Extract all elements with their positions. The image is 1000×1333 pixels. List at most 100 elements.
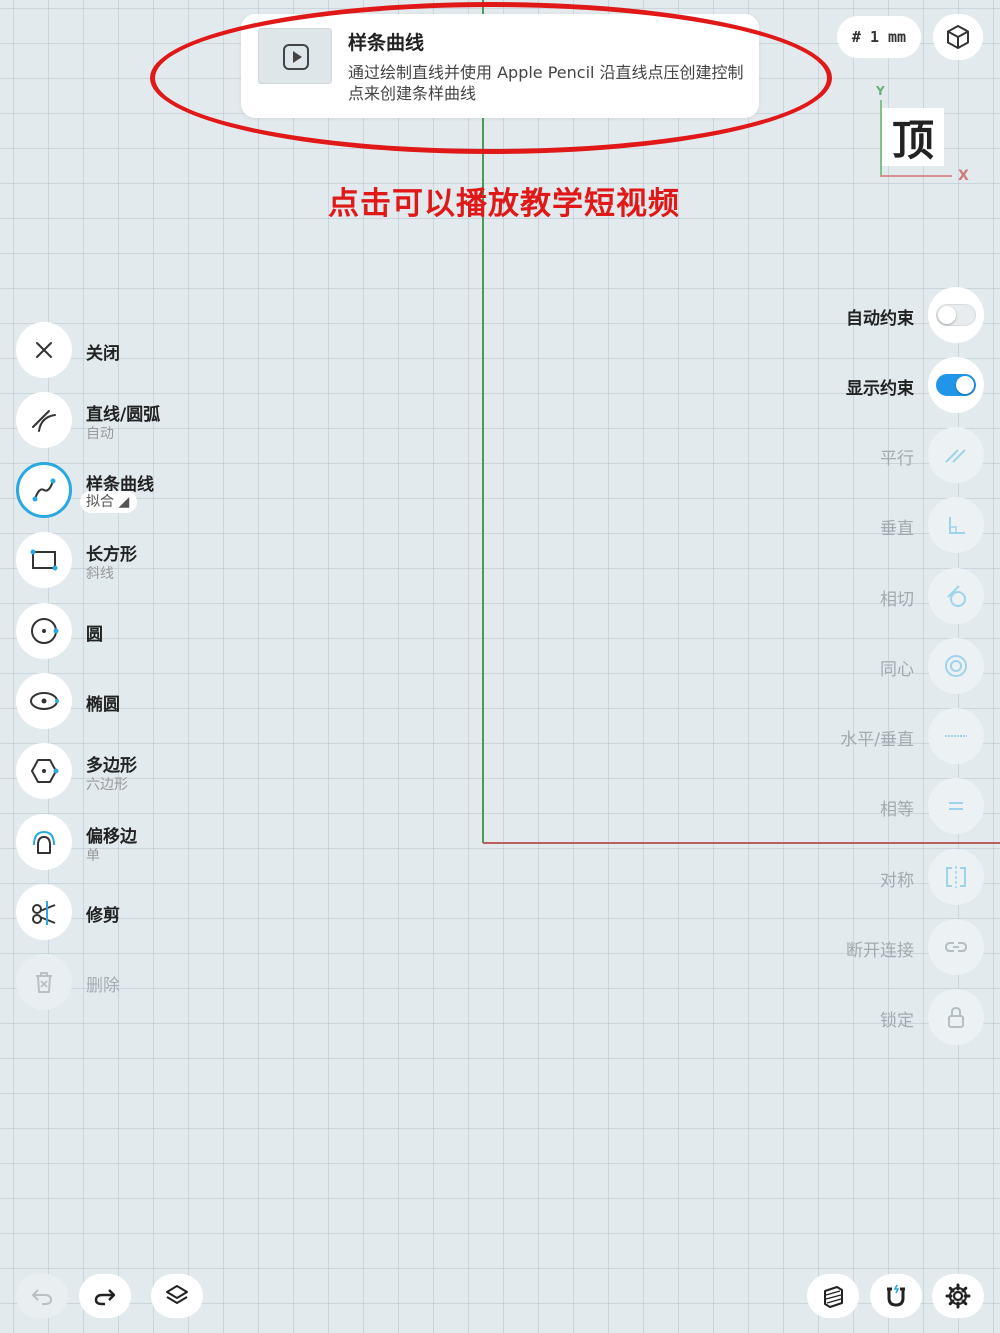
constraint-lock[interactable]: 锁定 <box>724 989 984 1045</box>
show-constraint-label: 显示约束 <box>846 379 914 399</box>
view-cube-x-label: X <box>958 168 969 184</box>
tool-trim[interactable]: 修剪 <box>16 884 276 940</box>
constraint-perpendicular[interactable]: 垂直 <box>724 497 984 553</box>
settings-gear-icon <box>945 1283 971 1309</box>
constraint-lock-button[interactable] <box>928 989 984 1045</box>
spline-icon <box>32 478 56 502</box>
annotation-highlight-ellipse <box>150 2 832 154</box>
tool-delete[interactable]: 删除 <box>16 954 276 1010</box>
view-mode-button[interactable] <box>933 14 983 60</box>
disconnect-icon <box>944 942 968 952</box>
tool-line-arc-button[interactable] <box>16 392 72 448</box>
tool-sublabel: 斜线 <box>86 566 114 582</box>
circle-icon <box>31 618 59 644</box>
constraint-label: 平行 <box>880 449 914 469</box>
undo-icon <box>32 1289 53 1305</box>
constraint-horizontal-vertical[interactable]: 水平/垂直 <box>724 708 984 764</box>
auto-constraint-toggle-wrap[interactable] <box>928 287 984 343</box>
constraint-label: 垂直 <box>880 519 914 539</box>
lock-icon <box>948 1006 964 1028</box>
tool-label: 长方形 <box>86 545 137 565</box>
tool-circle[interactable]: 圆 <box>16 603 276 659</box>
constraint-tangent-button[interactable] <box>928 568 984 624</box>
ellipse-icon <box>30 692 59 710</box>
tool-label: 修剪 <box>86 906 120 926</box>
grid-unit-button[interactable]: # 1 mm <box>837 16 921 58</box>
show-constraint-toggle[interactable] <box>936 374 976 396</box>
tool-ellipse[interactable]: 椭圆 <box>16 673 276 729</box>
constraint-symmetric[interactable]: 对称 <box>724 849 984 905</box>
rectangle-icon <box>30 549 58 571</box>
auto-constraint-row[interactable]: 自动约束 <box>724 287 984 343</box>
tool-sublabel: 单 <box>86 848 100 864</box>
section-view-button[interactable] <box>807 1274 859 1318</box>
tool-label: 偏移边 <box>86 827 137 847</box>
constraint-tangent[interactable]: 相切 <box>724 568 984 624</box>
dropdown-triangle-icon: ◢ <box>118 494 130 510</box>
tool-mode-dropdown[interactable]: 拟合 ◢ <box>80 491 138 513</box>
tool-close-button[interactable] <box>16 322 72 378</box>
tool-label: 关闭 <box>86 344 120 364</box>
tool-label: 直线/圆弧 <box>86 405 161 425</box>
view-cube-icon <box>947 25 969 49</box>
view-cube[interactable]: Y X 顶 <box>870 84 980 190</box>
constraint-parallel[interactable]: 平行 <box>724 427 984 483</box>
settings-button[interactable] <box>932 1274 984 1318</box>
horizontal-vertical-icon <box>945 735 967 737</box>
parallel-icon <box>945 449 966 463</box>
constraint-equal[interactable]: 相等 <box>724 778 984 834</box>
canvas-x-axis <box>483 842 1000 844</box>
polygon-icon <box>31 759 59 783</box>
tool-rectangle-button[interactable] <box>16 532 72 588</box>
tool-spline-button[interactable] <box>16 462 72 518</box>
constraint-disconnect-button[interactable] <box>928 919 984 975</box>
offset-icon <box>33 830 55 854</box>
redo-button[interactable] <box>79 1274 131 1318</box>
tool-polygon-button[interactable] <box>16 743 72 799</box>
section-view-icon <box>824 1286 843 1308</box>
view-cube-top-face[interactable]: 顶 <box>882 108 944 166</box>
constraint-parallel-button[interactable] <box>928 427 984 483</box>
tool-line-arc[interactable]: 直线/圆弧 自动 <box>16 392 276 448</box>
equal-icon <box>949 802 963 810</box>
tool-ellipse-button[interactable] <box>16 673 72 729</box>
constraint-concentric-button[interactable] <box>928 638 984 694</box>
annotation-text: 点击可以播放教学短视频 <box>328 186 680 222</box>
constraint-label: 水平/垂直 <box>840 730 914 750</box>
tool-circle-button[interactable] <box>16 603 72 659</box>
show-constraint-toggle-wrap[interactable] <box>928 357 984 413</box>
tool-spline[interactable]: 样条曲线 拟合 ◢ <box>16 462 276 518</box>
view-cube-x-axis <box>880 175 952 177</box>
tool-delete-button[interactable] <box>16 954 72 1010</box>
concentric-icon <box>945 655 967 677</box>
constraint-label: 断开连接 <box>846 941 914 961</box>
constraint-perpendicular-button[interactable] <box>928 497 984 553</box>
tool-trim-button[interactable] <box>16 884 72 940</box>
tool-sublabel: 拟合 <box>86 494 114 510</box>
tool-rectangle[interactable]: 长方形 斜线 <box>16 532 276 588</box>
constraint-symmetric-button[interactable] <box>928 849 984 905</box>
scissors-icon <box>32 901 56 925</box>
constraint-equal-button[interactable] <box>928 778 984 834</box>
perpendicular-icon <box>949 517 965 534</box>
tool-close[interactable]: 关闭 <box>16 322 276 378</box>
tool-polygon[interactable]: 多边形 六边形 <box>16 743 276 799</box>
auto-constraint-toggle[interactable] <box>936 304 976 326</box>
constraint-label: 相切 <box>880 590 914 610</box>
show-constraint-row[interactable]: 显示约束 <box>724 357 984 413</box>
snap-button[interactable] <box>870 1274 922 1318</box>
tool-label: 删除 <box>86 976 120 996</box>
tool-label: 圆 <box>86 625 103 645</box>
tangent-icon <box>947 585 966 607</box>
constraint-disconnect[interactable]: 断开连接 <box>724 919 984 975</box>
layers-button[interactable] <box>151 1274 203 1318</box>
constraint-horizontal-vertical-button[interactable] <box>928 708 984 764</box>
auto-constraint-label: 自动约束 <box>846 309 914 329</box>
tool-sublabel: 自动 <box>86 426 114 442</box>
undo-button[interactable] <box>16 1274 68 1318</box>
tool-label: 多边形 <box>86 756 137 776</box>
tool-offset[interactable]: 偏移边 单 <box>16 814 276 870</box>
constraint-concentric[interactable]: 同心 <box>724 638 984 694</box>
constraint-label: 相等 <box>880 800 914 820</box>
tool-offset-button[interactable] <box>16 814 72 870</box>
